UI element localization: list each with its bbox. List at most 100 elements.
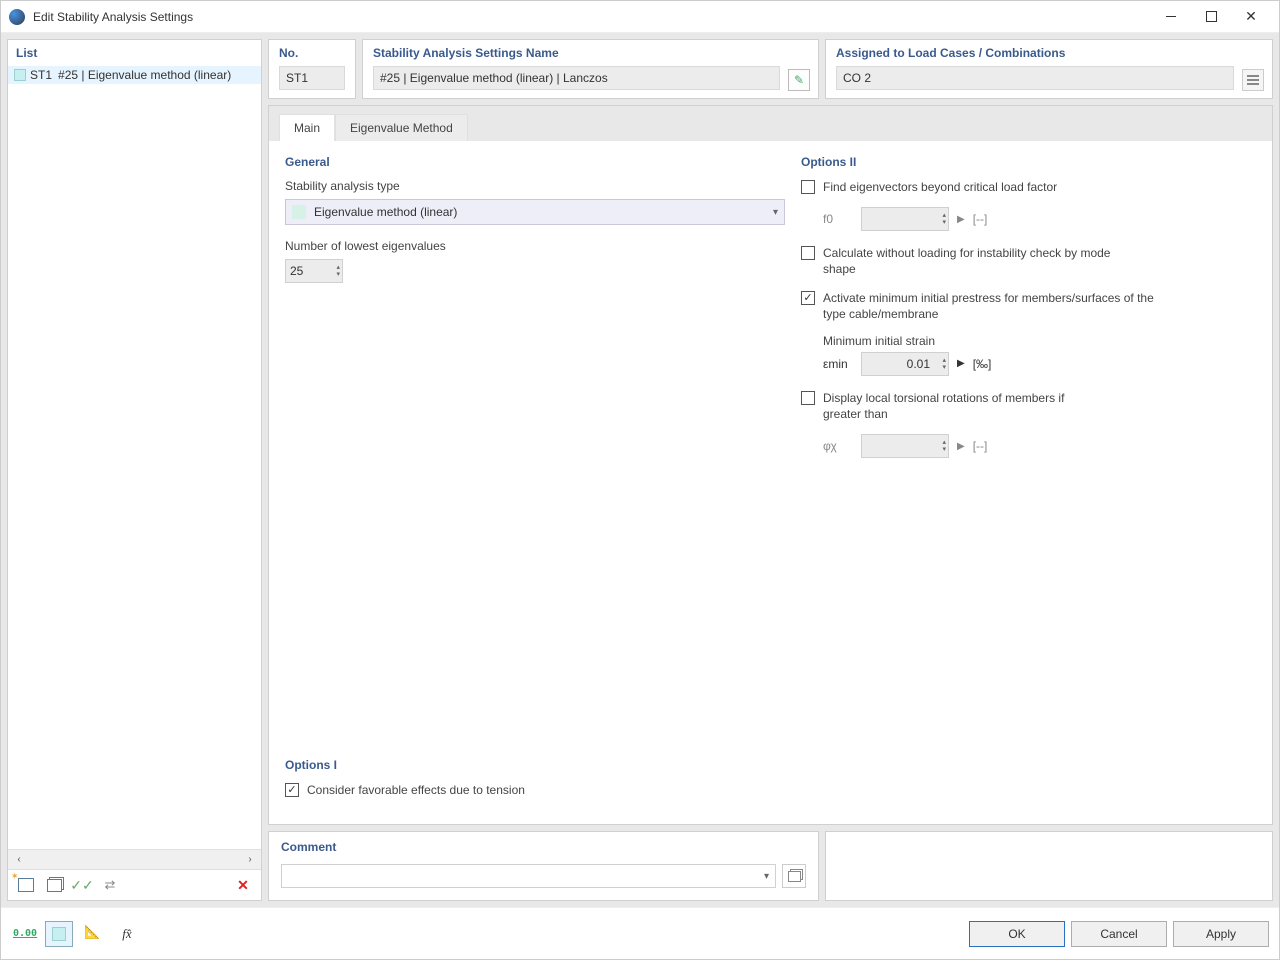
ok-button[interactable]: OK — [969, 921, 1065, 947]
name-box: Stability Analysis Settings Name #25 | E… — [362, 39, 819, 99]
chk-tension[interactable] — [285, 783, 299, 797]
phix-symbol: φχ — [823, 439, 853, 453]
emin-input[interactable]: 0.01▴▾ — [861, 352, 949, 376]
chk-eigvec-label: Find eigenvectors beyond critical load f… — [823, 179, 1057, 195]
pencil-icon: ✎ — [794, 73, 804, 87]
apply-button[interactable]: Apply — [1173, 921, 1269, 947]
emin-row: εmin 0.01▴▾ ▶ [‰] — [823, 352, 1256, 376]
play-icon[interactable]: ▶ — [957, 214, 965, 225]
phix-row: φχ ▴▾ ▶ [--] — [823, 434, 1256, 458]
right-blank-box — [825, 831, 1273, 901]
edit-name-button[interactable]: ✎ — [788, 69, 810, 91]
stability-type-value: Eigenvalue method (linear) — [314, 205, 457, 219]
phix-input[interactable]: ▴▾ — [861, 434, 949, 458]
ruler-icon — [85, 926, 101, 942]
check-icon: ✓✓ — [70, 877, 93, 894]
list-toolbar: ✓✓ ⇄ ✕ — [8, 869, 261, 900]
chk-tension-row: Consider favorable effects due to tensio… — [285, 782, 785, 798]
list-header: List — [8, 40, 261, 66]
uncheck-button[interactable]: ⇄ — [98, 874, 122, 896]
titlebar: Edit Stability Analysis Settings ✕ — [1, 1, 1279, 33]
checkall-button[interactable]: ✓✓ — [70, 874, 94, 896]
type-color-swatch — [292, 205, 306, 219]
tab-body: General Stability analysis type Eigenval… — [269, 141, 1272, 824]
chevron-down-icon: ▾ — [773, 207, 778, 218]
fx-button[interactable]: fx̂ — [113, 921, 141, 947]
color-square-icon — [52, 927, 66, 941]
left-column: General Stability analysis type Eigenval… — [285, 155, 785, 810]
copy-icon — [47, 879, 62, 892]
f0-input[interactable]: ▴▾ — [861, 207, 949, 231]
units-button[interactable]: 0.00 — [11, 921, 39, 947]
delete-button[interactable]: ✕ — [231, 874, 255, 896]
horizontal-scrollbar[interactable]: ‹ › — [8, 849, 261, 869]
color-button[interactable] — [45, 921, 73, 947]
list-icon — [1247, 75, 1259, 85]
section-options1: Options I Consider favorable effects due… — [285, 758, 785, 810]
chk-noload-label: Calculate without loading for instabilit… — [823, 245, 1113, 277]
comment-title: Comment — [281, 840, 806, 854]
comment-input[interactable]: ▾ — [281, 864, 776, 888]
assign-value: CO 2 — [843, 71, 871, 85]
dimensions-button[interactable] — [79, 921, 107, 947]
tab-eigenvalue-method[interactable]: Eigenvalue Method — [335, 114, 468, 141]
tab-container: Main Eigenvalue Method General Stability… — [268, 105, 1273, 825]
assign-label: Assigned to Load Cases / Combinations — [836, 46, 1262, 60]
number-box: No. ST1 — [268, 39, 356, 99]
chk-prestress[interactable] — [801, 291, 815, 305]
minimize-button[interactable] — [1151, 2, 1191, 32]
chk-torsion[interactable] — [801, 391, 815, 405]
min-strain-label: Minimum initial strain — [823, 334, 1256, 348]
chk-noload[interactable] — [801, 246, 815, 260]
assign-box: Assigned to Load Cases / Combinations CO… — [825, 39, 1273, 99]
stability-type-select[interactable]: Eigenvalue method (linear) ▾ — [285, 199, 785, 225]
chk-tension-label: Consider favorable effects due to tensio… — [307, 782, 525, 798]
assign-field[interactable]: CO 2 — [836, 66, 1234, 90]
delete-icon: ✕ — [237, 877, 249, 894]
maximize-button[interactable] — [1191, 2, 1231, 32]
assign-picker-button[interactable] — [1242, 69, 1264, 91]
spin-icon[interactable]: ▴▾ — [942, 439, 946, 453]
play-icon[interactable]: ▶ — [957, 441, 965, 452]
comment-library-button[interactable] — [782, 864, 806, 888]
list-body[interactable]: ST1 #25 | Eigenvalue method (linear) — [8, 66, 261, 849]
right-column: Options II Find eigenvectors beyond crit… — [801, 155, 1256, 810]
scroll-left-icon[interactable]: ‹ — [12, 853, 26, 867]
type-color-icon — [14, 69, 26, 81]
chk-eigvec[interactable] — [801, 180, 815, 194]
emin-value: 0.01 — [866, 357, 944, 371]
number-value: ST1 — [286, 71, 308, 85]
spin-icon[interactable]: ▴▾ — [336, 264, 340, 278]
number-label: No. — [279, 46, 345, 60]
f0-symbol: f0 — [823, 212, 853, 226]
comment-box: Comment ▾ — [268, 831, 819, 901]
name-field[interactable]: #25 | Eigenvalue method (linear) | Lancz… — [373, 66, 780, 90]
chk-eigvec-row: Find eigenvectors beyond critical load f… — [801, 179, 1256, 195]
number-field[interactable]: ST1 — [279, 66, 345, 90]
decimal-icon: 0.00 — [13, 928, 37, 939]
neig-value: 25 — [290, 264, 303, 278]
neig-input[interactable]: 25 ▴▾ — [285, 259, 343, 283]
cancel-button[interactable]: Cancel — [1071, 921, 1167, 947]
play-icon[interactable]: ▶ — [957, 358, 965, 369]
chk-torsion-row: Display local torsional rotations of mem… — [801, 390, 1256, 422]
chevron-down-icon: ▾ — [764, 871, 769, 882]
spin-icon[interactable]: ▴▾ — [942, 357, 946, 371]
tab-strip: Main Eigenvalue Method — [269, 106, 1272, 141]
uncheck-icon: ⇄ — [105, 877, 116, 893]
new-button[interactable] — [14, 874, 38, 896]
close-button[interactable]: ✕ — [1231, 2, 1271, 32]
spin-icon[interactable]: ▴▾ — [942, 212, 946, 226]
tab-main[interactable]: Main — [279, 114, 335, 141]
window-title: Edit Stability Analysis Settings — [33, 10, 1151, 24]
content-area: List ST1 #25 | Eigenvalue method (linear… — [1, 33, 1279, 907]
copy-button[interactable] — [42, 874, 66, 896]
chk-torsion-label: Display local torsional rotations of mem… — [823, 390, 1093, 422]
emin-symbol: εmin — [823, 357, 853, 371]
list-item[interactable]: ST1 #25 | Eigenvalue method (linear) — [8, 66, 261, 84]
scroll-right-icon[interactable]: › — [243, 853, 257, 867]
phix-unit: [--] — [973, 439, 988, 453]
section-general-title: General — [285, 155, 785, 169]
comment-row: Comment ▾ — [268, 831, 1273, 901]
main-pane: No. ST1 Stability Analysis Settings Name… — [268, 39, 1273, 901]
